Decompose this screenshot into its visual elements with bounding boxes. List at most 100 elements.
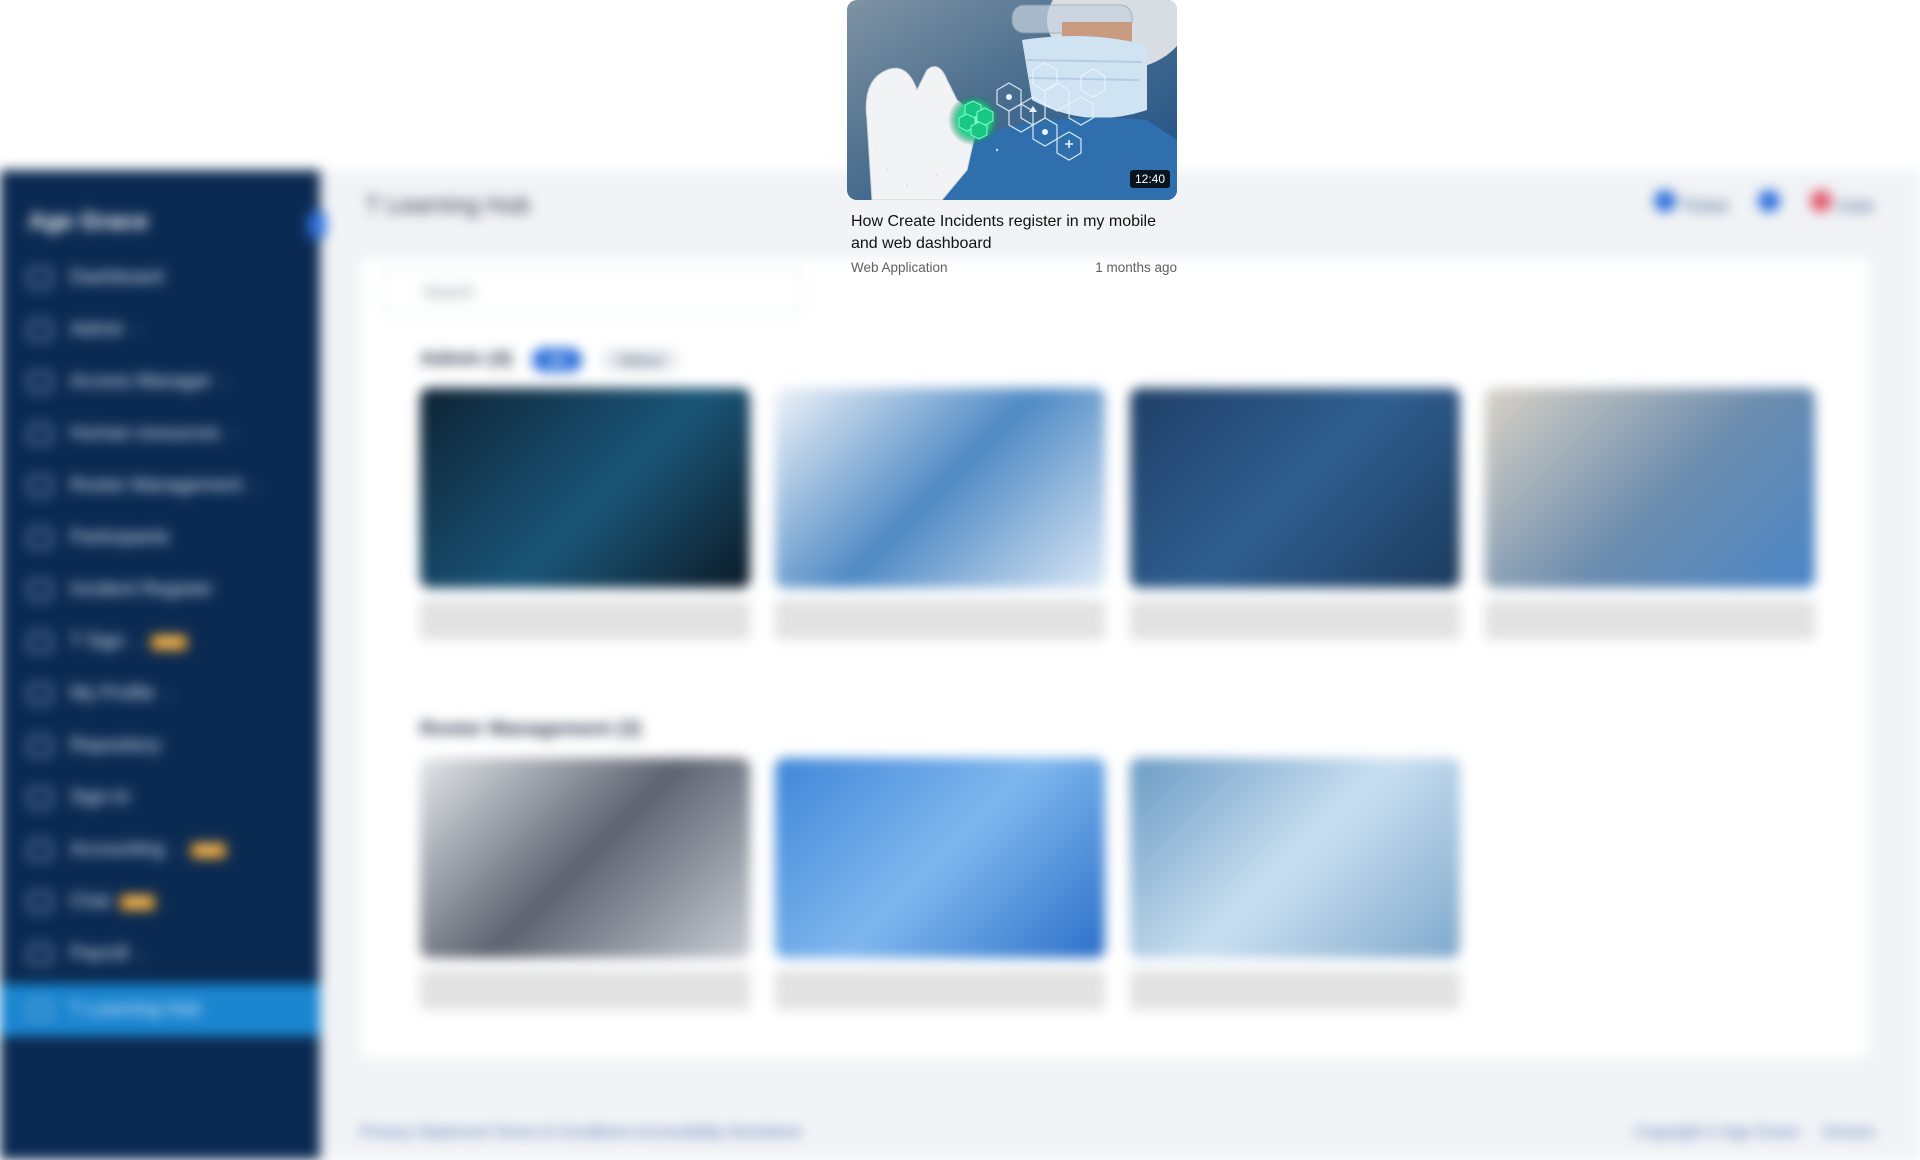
chevron-right-icon: › xyxy=(140,946,145,962)
video-thumbnail xyxy=(420,388,750,588)
folder-icon xyxy=(28,424,52,444)
video-title xyxy=(1485,600,1815,640)
chevron-right-icon: › xyxy=(135,322,141,338)
video-thumbnail xyxy=(1485,388,1815,588)
sidebar-item-chat[interactable]: Chat NEW xyxy=(0,876,320,928)
video-card[interactable] xyxy=(420,758,750,1016)
people-icon xyxy=(28,528,52,548)
sidebar-item-payroll[interactable]: Payroll › xyxy=(0,928,320,980)
sidebar-item-roster-management[interactable]: Roster Management › xyxy=(0,460,320,512)
video-title xyxy=(1130,600,1460,640)
chevron-right-icon: › xyxy=(231,426,237,442)
database-icon xyxy=(28,736,52,756)
grid-icon xyxy=(28,268,52,288)
video-card[interactable] xyxy=(775,758,1105,1016)
sidebar-item-label: Repository xyxy=(70,735,161,756)
chevron-left-icon: ‹ xyxy=(315,218,319,232)
user-menu-button[interactable]: User xyxy=(1809,190,1875,217)
footer: Privacy Statement Terms & Conditions Acc… xyxy=(360,1124,1875,1142)
key-icon xyxy=(28,788,52,808)
medical-tech-thumbnail-icon xyxy=(847,0,1177,200)
video-card[interactable] xyxy=(775,388,1105,646)
search-input[interactable]: Search xyxy=(382,270,802,314)
sidebar-nav: Dashboard Admin › Access Manager › Human reso… xyxy=(0,252,320,1036)
video-title xyxy=(420,600,750,640)
video-thumbnail xyxy=(1130,388,1460,588)
notifications-button[interactable] xyxy=(1757,190,1780,217)
video-thumbnail xyxy=(420,758,750,958)
video-card[interactable] xyxy=(1485,388,1815,646)
sidebar-item-label: T Sign xyxy=(70,631,125,652)
shield-icon xyxy=(28,320,52,340)
video-thumbnail xyxy=(1130,758,1460,958)
sidebar-item-label: T Learning Hub xyxy=(70,999,201,1020)
sidebar-item-label: Access Manager xyxy=(70,371,212,392)
video-title xyxy=(775,970,1105,1010)
footer-links[interactable]: Privacy Statement Terms & Conditions Acc… xyxy=(360,1124,803,1142)
sidebar-item-label: Roster Management xyxy=(70,475,243,496)
sidebar-item-human-resources[interactable]: Human resources › xyxy=(0,408,320,460)
video-thumbnail[interactable]: 12:40 xyxy=(847,0,1177,200)
video-title xyxy=(420,970,750,1010)
chevron-right-icon: › xyxy=(136,634,142,650)
sidebar-item-t-sign[interactable]: T Sign › NEW xyxy=(0,616,320,668)
sidebar-item-label: Human resources xyxy=(70,423,220,444)
video-age: 1 months ago xyxy=(1095,260,1177,275)
sidebar-item-label: Incident Register xyxy=(70,579,213,600)
sidebar-item-admin[interactable]: Admin › xyxy=(0,304,320,356)
new-badge: NEW xyxy=(120,894,156,910)
sidebar-item-label: My Profile xyxy=(70,683,155,704)
chevron-right-icon: › xyxy=(223,374,229,390)
new-badge: NEW xyxy=(190,842,227,858)
bell-icon xyxy=(1757,190,1780,212)
video-title xyxy=(775,600,1105,640)
sidebar-item-access-manager[interactable]: Access Manager › xyxy=(0,356,320,408)
sidebar-item-label: Sign-In xyxy=(70,787,131,808)
sidebar: Age Grace ‹ Dashboard Admin › Access Manage… xyxy=(0,170,326,1160)
sidebar-item-dashboard[interactable]: Dashboard xyxy=(0,252,320,304)
ticket-button[interactable]: Ticket xyxy=(1653,190,1728,217)
sidebar-item-sign-in[interactable]: Sign-In xyxy=(0,772,320,824)
sidebar-item-t-learning-hub[interactable]: T Learning Hub xyxy=(0,984,320,1036)
chevron-right-icon: › xyxy=(254,478,259,494)
video-thumbnail xyxy=(775,758,1105,958)
top-actions: Ticket User xyxy=(1653,190,1875,217)
sidebar-item-label: Dashboard xyxy=(70,267,163,288)
video-card[interactable] xyxy=(1130,758,1460,1016)
learning-icon xyxy=(28,1000,52,1020)
sidebar-item-my-profile[interactable]: My Profile › xyxy=(0,668,320,720)
sidebar-item-accounting[interactable]: Accounting › NEW xyxy=(0,824,320,876)
sidebar-item-label: Participants xyxy=(70,527,170,548)
footer-info: Copyright © Age Grace Version xyxy=(1634,1124,1875,1141)
chevron-right-icon: › xyxy=(166,686,172,702)
section-title-roster: Roster Management (3) xyxy=(420,718,642,740)
chip-all[interactable]: All xyxy=(531,348,582,372)
video-title[interactable]: How Create Incidents register in my mobi… xyxy=(851,211,1173,255)
video-duration: 12:40 xyxy=(1129,170,1170,188)
section-title-admin: Admin (4) All Videos xyxy=(420,348,679,372)
sidebar-item-label: Admin xyxy=(70,319,124,340)
shield-icon xyxy=(28,372,52,392)
signature-icon xyxy=(28,632,52,652)
ticket-icon xyxy=(1653,190,1676,212)
chip-videos[interactable]: Videos xyxy=(601,348,679,372)
video-preview-card[interactable]: 12:40 How Create Incidents register in m… xyxy=(847,0,1177,275)
sidebar-item-label: Chat xyxy=(70,891,111,912)
sidebar-item-repository[interactable]: Repository xyxy=(0,720,320,772)
sidebar-item-label: Payroll xyxy=(70,943,129,964)
calendar-icon xyxy=(28,476,52,496)
ledger-icon xyxy=(28,840,52,860)
chevron-right-icon: › xyxy=(176,842,181,858)
blurred-app-background: Age Grace ‹ Dashboard Admin › Access Manage… xyxy=(0,170,1920,1160)
content-card: Search Admin (4) All Videos Roster Manag… xyxy=(360,258,1870,1058)
video-card[interactable] xyxy=(1130,388,1460,646)
page-title: T Learning Hub xyxy=(365,192,530,219)
brand-name: Age Grace xyxy=(28,208,149,235)
sidebar-item-incident-register[interactable]: Incident Register xyxy=(0,564,320,616)
video-thumbnail xyxy=(775,388,1105,588)
video-title xyxy=(1130,970,1460,1010)
video-channel: Web Application xyxy=(851,260,948,275)
avatar xyxy=(1809,190,1832,212)
sidebar-item-participants[interactable]: Participants xyxy=(0,512,320,564)
video-card[interactable] xyxy=(420,388,750,646)
